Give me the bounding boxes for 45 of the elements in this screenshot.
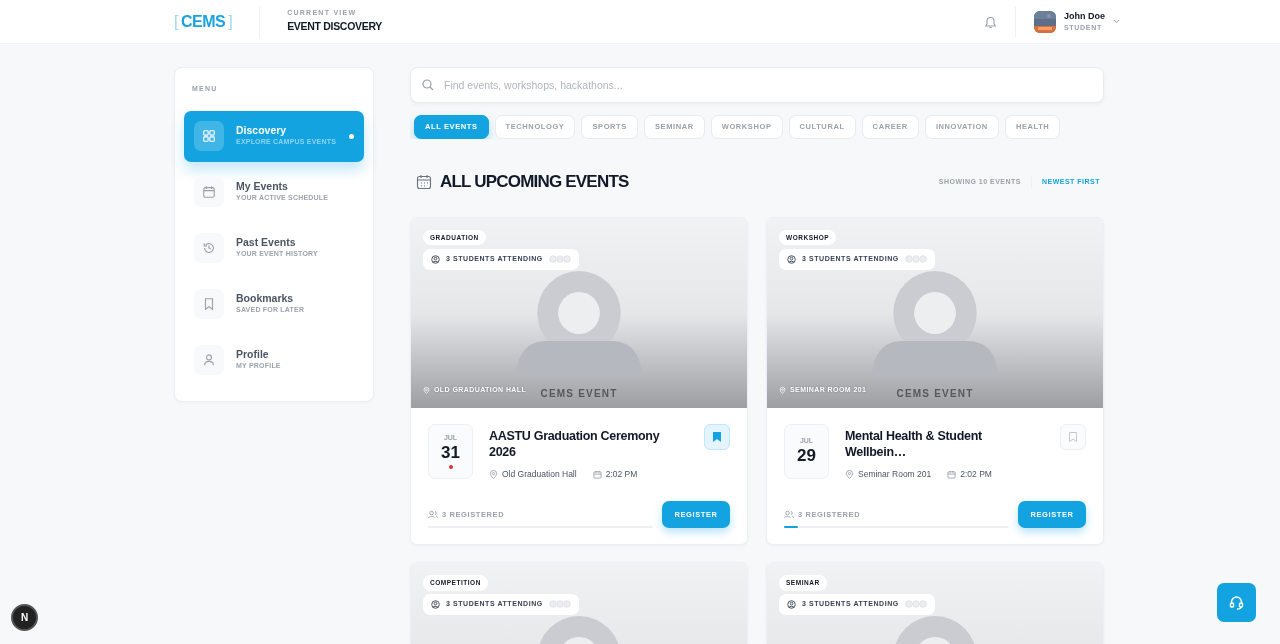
event-title[interactable]: AASTU Graduation Ceremony 2026 xyxy=(489,427,688,460)
grid-icon xyxy=(202,129,216,143)
person-icon xyxy=(787,254,796,264)
person-icon xyxy=(787,599,796,609)
dev-badge[interactable]: N xyxy=(11,604,38,631)
chevron-down-icon[interactable] xyxy=(1113,19,1120,24)
search-icon xyxy=(422,79,434,91)
section-title: ALL UPCOMING EVENTS xyxy=(440,171,629,193)
bookmark-button[interactable] xyxy=(1060,423,1086,450)
avatar-stack-icon xyxy=(904,255,927,263)
bookmark-button[interactable] xyxy=(704,423,730,450)
calendar-icon xyxy=(947,469,957,479)
bookmark-icon xyxy=(202,297,216,311)
bookmark-icon xyxy=(1069,431,1077,442)
person-icon xyxy=(431,599,440,609)
event-location: Seminar Room 201 xyxy=(845,468,932,481)
headset-icon xyxy=(1229,595,1244,610)
event-location: Old Graduation Hall xyxy=(489,468,577,481)
search-field[interactable]: Find events, workshops, hackathons... xyxy=(410,67,1104,103)
view-title: EVENT DISCOVERY xyxy=(287,18,383,34)
avatar-stack-icon xyxy=(548,600,571,609)
bookmark-icon xyxy=(713,431,721,442)
pin-icon xyxy=(489,469,498,479)
event-time: 2:02 PM xyxy=(947,468,992,481)
calendar-icon xyxy=(592,469,602,479)
image-caption: CEMS EVENT xyxy=(540,386,618,401)
person-icon xyxy=(431,254,440,264)
event-title[interactable]: Mental Health & Student Wellbein… xyxy=(845,427,1044,460)
bell-icon[interactable] xyxy=(984,14,997,29)
calendar-icon xyxy=(202,185,216,199)
pin-icon xyxy=(423,385,430,395)
avatar-stack-icon xyxy=(904,600,927,609)
pin-icon xyxy=(779,385,786,395)
users-icon xyxy=(428,509,438,519)
history-icon xyxy=(202,241,216,255)
user-name[interactable]: John Doe xyxy=(1064,9,1105,23)
avatar-stack-icon xyxy=(548,255,571,263)
event-time: 2:02 PM xyxy=(592,468,638,481)
image-caption: CEMS EVENT xyxy=(896,386,974,401)
support-button[interactable] xyxy=(1217,583,1256,622)
person-icon xyxy=(202,353,216,367)
users-icon xyxy=(784,509,794,519)
calendar-icon xyxy=(416,173,432,190)
pin-icon xyxy=(845,469,854,479)
logo[interactable]: [ CEMS ] xyxy=(174,9,233,34)
